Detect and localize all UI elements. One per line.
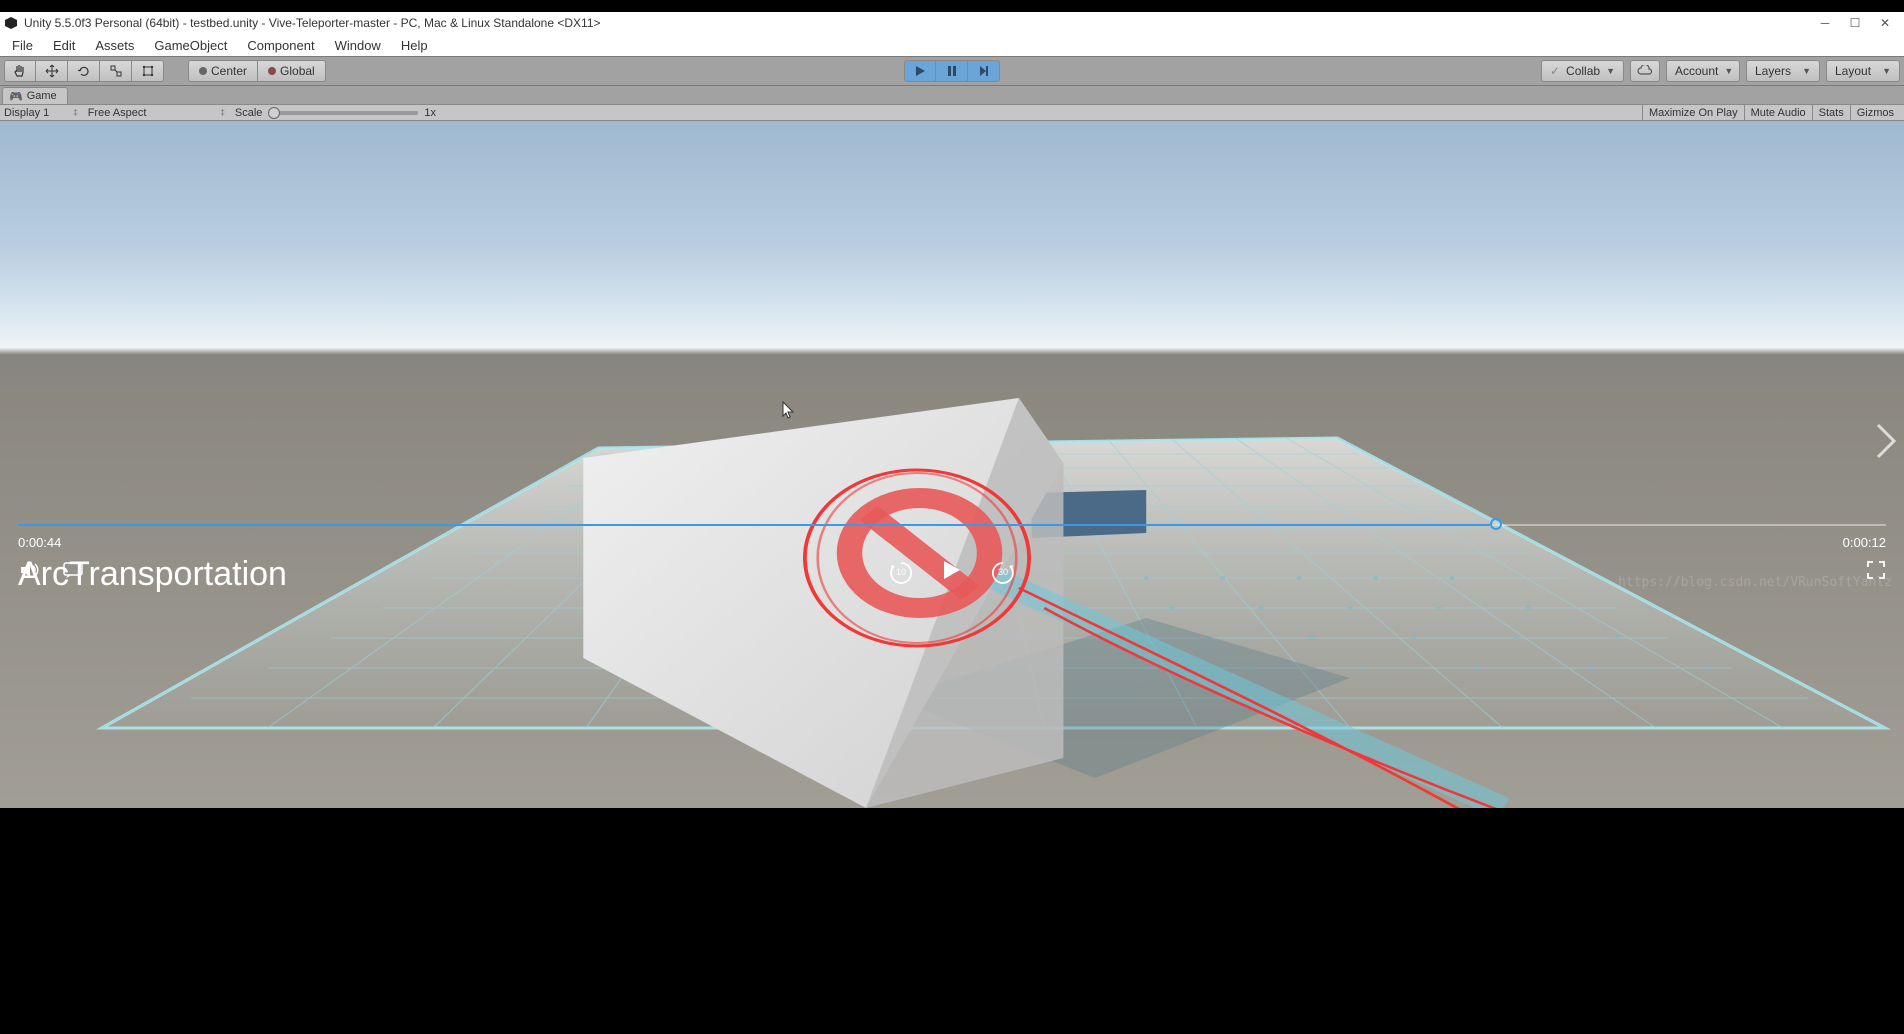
pivot-label: Center	[211, 64, 247, 78]
video-controls-row: 10 30	[18, 559, 1886, 586]
display-label: Display 1	[4, 107, 49, 119]
scale-value: 1x	[424, 107, 436, 119]
main-toolbar: Center Global ✓Collab▼ Account▼ Layers▼ …	[0, 56, 1904, 86]
minimize-button[interactable]: ─	[1810, 12, 1840, 34]
handle-mode-button[interactable]: Global	[258, 60, 326, 82]
game-tab-icon: 🎮	[9, 90, 23, 103]
black-border-bottom	[0, 820, 1904, 1034]
menu-window[interactable]: Window	[325, 36, 391, 55]
cursor-icon	[782, 401, 796, 424]
scale-label: Scale	[235, 107, 263, 119]
menu-bar: File Edit Assets GameObject Component Wi…	[0, 34, 1904, 56]
close-button[interactable]: ✕	[1870, 12, 1900, 34]
mute-audio-toggle[interactable]: Mute Audio	[1744, 105, 1812, 120]
account-dropdown[interactable]: Account▼	[1666, 60, 1740, 82]
display-dropdown[interactable]: Display 1‡	[4, 107, 78, 119]
video-progress-fill	[18, 524, 1490, 526]
right-toolbar-group: ✓Collab▼ Account▼ Layers▼ Layout▼	[1541, 60, 1900, 82]
window-title-bar: Unity 5.5.0f3 Personal (64bit) - testbed…	[0, 12, 1904, 34]
video-progress-knob[interactable]	[1490, 518, 1502, 530]
stats-toggle[interactable]: Stats	[1812, 105, 1850, 120]
skip-forward-button[interactable]: 30	[990, 560, 1016, 586]
window-title-text: Unity 5.5.0f3 Personal (64bit) - testbed…	[24, 16, 601, 30]
layers-dropdown[interactable]: Layers▼	[1746, 60, 1820, 82]
skip-back-value: 10	[896, 567, 906, 577]
aspect-dropdown[interactable]: Free Aspect‡	[88, 107, 225, 119]
video-elapsed: 0:00:44	[18, 535, 61, 550]
game-sub-toolbar: Display 1‡ Free Aspect‡ Scale 1x Maximiz…	[0, 104, 1904, 121]
video-play-icon[interactable]	[942, 559, 962, 586]
scale-tool[interactable]	[100, 60, 132, 82]
pause-button[interactable]	[936, 60, 968, 82]
skip-back-button[interactable]: 10	[888, 560, 914, 586]
collab-label: Collab	[1566, 64, 1600, 78]
hand-tool[interactable]	[4, 60, 36, 82]
maximize-on-play-toggle[interactable]: Maximize On Play	[1642, 105, 1744, 120]
menu-component[interactable]: Component	[237, 36, 324, 55]
unity-logo-icon	[4, 16, 18, 30]
pivot-handle-group: Center Global	[188, 60, 326, 82]
handle-label: Global	[280, 64, 315, 78]
menu-gameobject[interactable]: GameObject	[144, 36, 237, 55]
pivot-mode-button[interactable]: Center	[188, 60, 258, 82]
scale-slider[interactable]	[268, 111, 418, 115]
account-label: Account	[1675, 64, 1718, 78]
video-progress-row	[18, 524, 1886, 526]
layout-label: Layout	[1835, 64, 1871, 78]
cloud-button[interactable]	[1630, 60, 1660, 82]
rotate-tool[interactable]	[68, 60, 100, 82]
volume-icon[interactable]	[18, 559, 40, 586]
play-controls-group	[904, 60, 1000, 82]
black-border-top	[0, 0, 1904, 12]
game-tab[interactable]: 🎮 Game	[2, 87, 68, 104]
caption-icon[interactable]	[62, 559, 84, 586]
next-arrow-icon[interactable]	[1874, 421, 1898, 466]
menu-help[interactable]: Help	[391, 36, 438, 55]
watermark-text: https://blog.csdn.net/VRunSoftYanlz	[1618, 575, 1892, 590]
maximize-button[interactable]: ☐	[1840, 12, 1870, 34]
game-tab-label: Game	[27, 90, 57, 102]
video-progress-bar[interactable]	[18, 524, 1886, 526]
layers-label: Layers	[1755, 64, 1791, 78]
video-total: 0:00:12	[1843, 535, 1886, 550]
video-time-row: 0:00:44 0:00:12	[18, 535, 1886, 550]
layout-dropdown[interactable]: Layout▼	[1826, 60, 1900, 82]
game-viewport: ArcTransportation 0:00:44 0:00:12 10 30	[0, 121, 1904, 808]
step-button[interactable]	[968, 60, 1000, 82]
transform-tool-group	[4, 60, 164, 82]
aspect-label: Free Aspect	[88, 107, 147, 119]
play-button[interactable]	[904, 60, 936, 82]
move-tool[interactable]	[36, 60, 68, 82]
menu-file[interactable]: File	[2, 36, 43, 55]
collab-dropdown[interactable]: ✓Collab▼	[1541, 60, 1624, 82]
menu-assets[interactable]: Assets	[85, 36, 144, 55]
tab-row: 🎮 Game	[0, 86, 1904, 104]
skip-fwd-value: 30	[998, 567, 1008, 577]
menu-edit[interactable]: Edit	[43, 36, 85, 55]
rect-tool[interactable]	[132, 60, 164, 82]
gizmos-toggle[interactable]: Gizmos	[1850, 105, 1900, 120]
